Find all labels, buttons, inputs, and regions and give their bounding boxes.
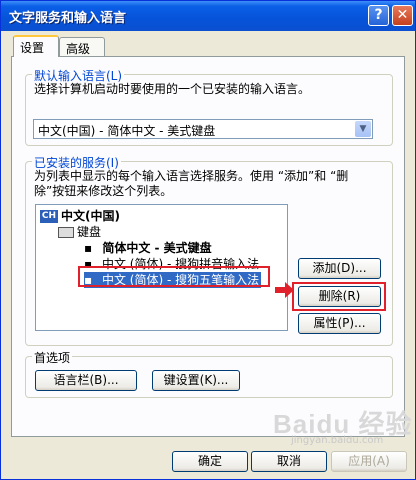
keyboard-label: 键盘 [77,225,102,239]
keyboard-icon [58,227,74,238]
language-badge-icon: CH [40,210,58,223]
language-bar-button[interactable]: 语言栏(B)... [35,370,137,391]
ok-button[interactable]: 确定 [172,451,248,472]
key-settings-button[interactable]: 键设置(K)... [152,370,240,391]
annotation-highlight-selection [78,266,270,287]
default-language-value: 中文(中国) - 简体中文 - 美式键盘 [38,124,216,138]
installed-services-description: 为列表中显示的每个输入语言选择服务。使用 “添加”和 “删 除”按钮来修改这个列… [34,169,348,199]
annotation-highlight-remove [292,282,386,311]
description-line-2: 除”按钮来修改这个列表。 [34,184,173,198]
list-item-label: 简体中文 - 美式键盘 [102,241,212,255]
properties-button[interactable]: 属性(P)... [298,313,381,334]
add-button[interactable]: 添加(D)... [298,258,381,279]
tab-settings[interactable]: 设置 [13,35,59,57]
window-title: 文字服务和输入语言 [9,11,127,26]
preferences-legend: 首选项 [32,349,73,366]
tree-language-node[interactable]: CH 中文(中国) [40,208,120,224]
tree-keyboard-node[interactable]: 键盘 [58,224,101,240]
help-button[interactable]: ? [368,5,389,26]
default-language-description: 选择计算机启动时要使用的一个已安装的输入语言。 [34,82,311,96]
apply-button[interactable]: 应用(A) [331,451,407,472]
default-language-select[interactable]: 中文(中国) - 简体中文 - 美式键盘 ▼ [33,119,373,139]
dialog-window: 文字服务和输入语言 ? ✕ 设置 高级 默认输入语言(L) 选择计算机启动时要使… [0,0,416,480]
cancel-button[interactable]: 取消 [251,451,327,472]
watermark-url: jingyan.baidu.com [291,435,384,446]
title-bar[interactable]: 文字服务和输入语言 ? ✕ [1,1,415,31]
list-item[interactable]: ▪ 简体中文 - 美式键盘 [84,240,212,256]
description-line-1: 为列表中显示的每个输入语言选择服务。使用 “添加”和 “删 [34,169,349,183]
chevron-down-icon[interactable]: ▼ [355,121,371,137]
bullet-icon: ▪ [84,241,93,255]
tab-advanced[interactable]: 高级 [59,37,105,57]
close-button[interactable]: ✕ [392,5,413,26]
language-label: 中文(中国) [61,209,120,223]
